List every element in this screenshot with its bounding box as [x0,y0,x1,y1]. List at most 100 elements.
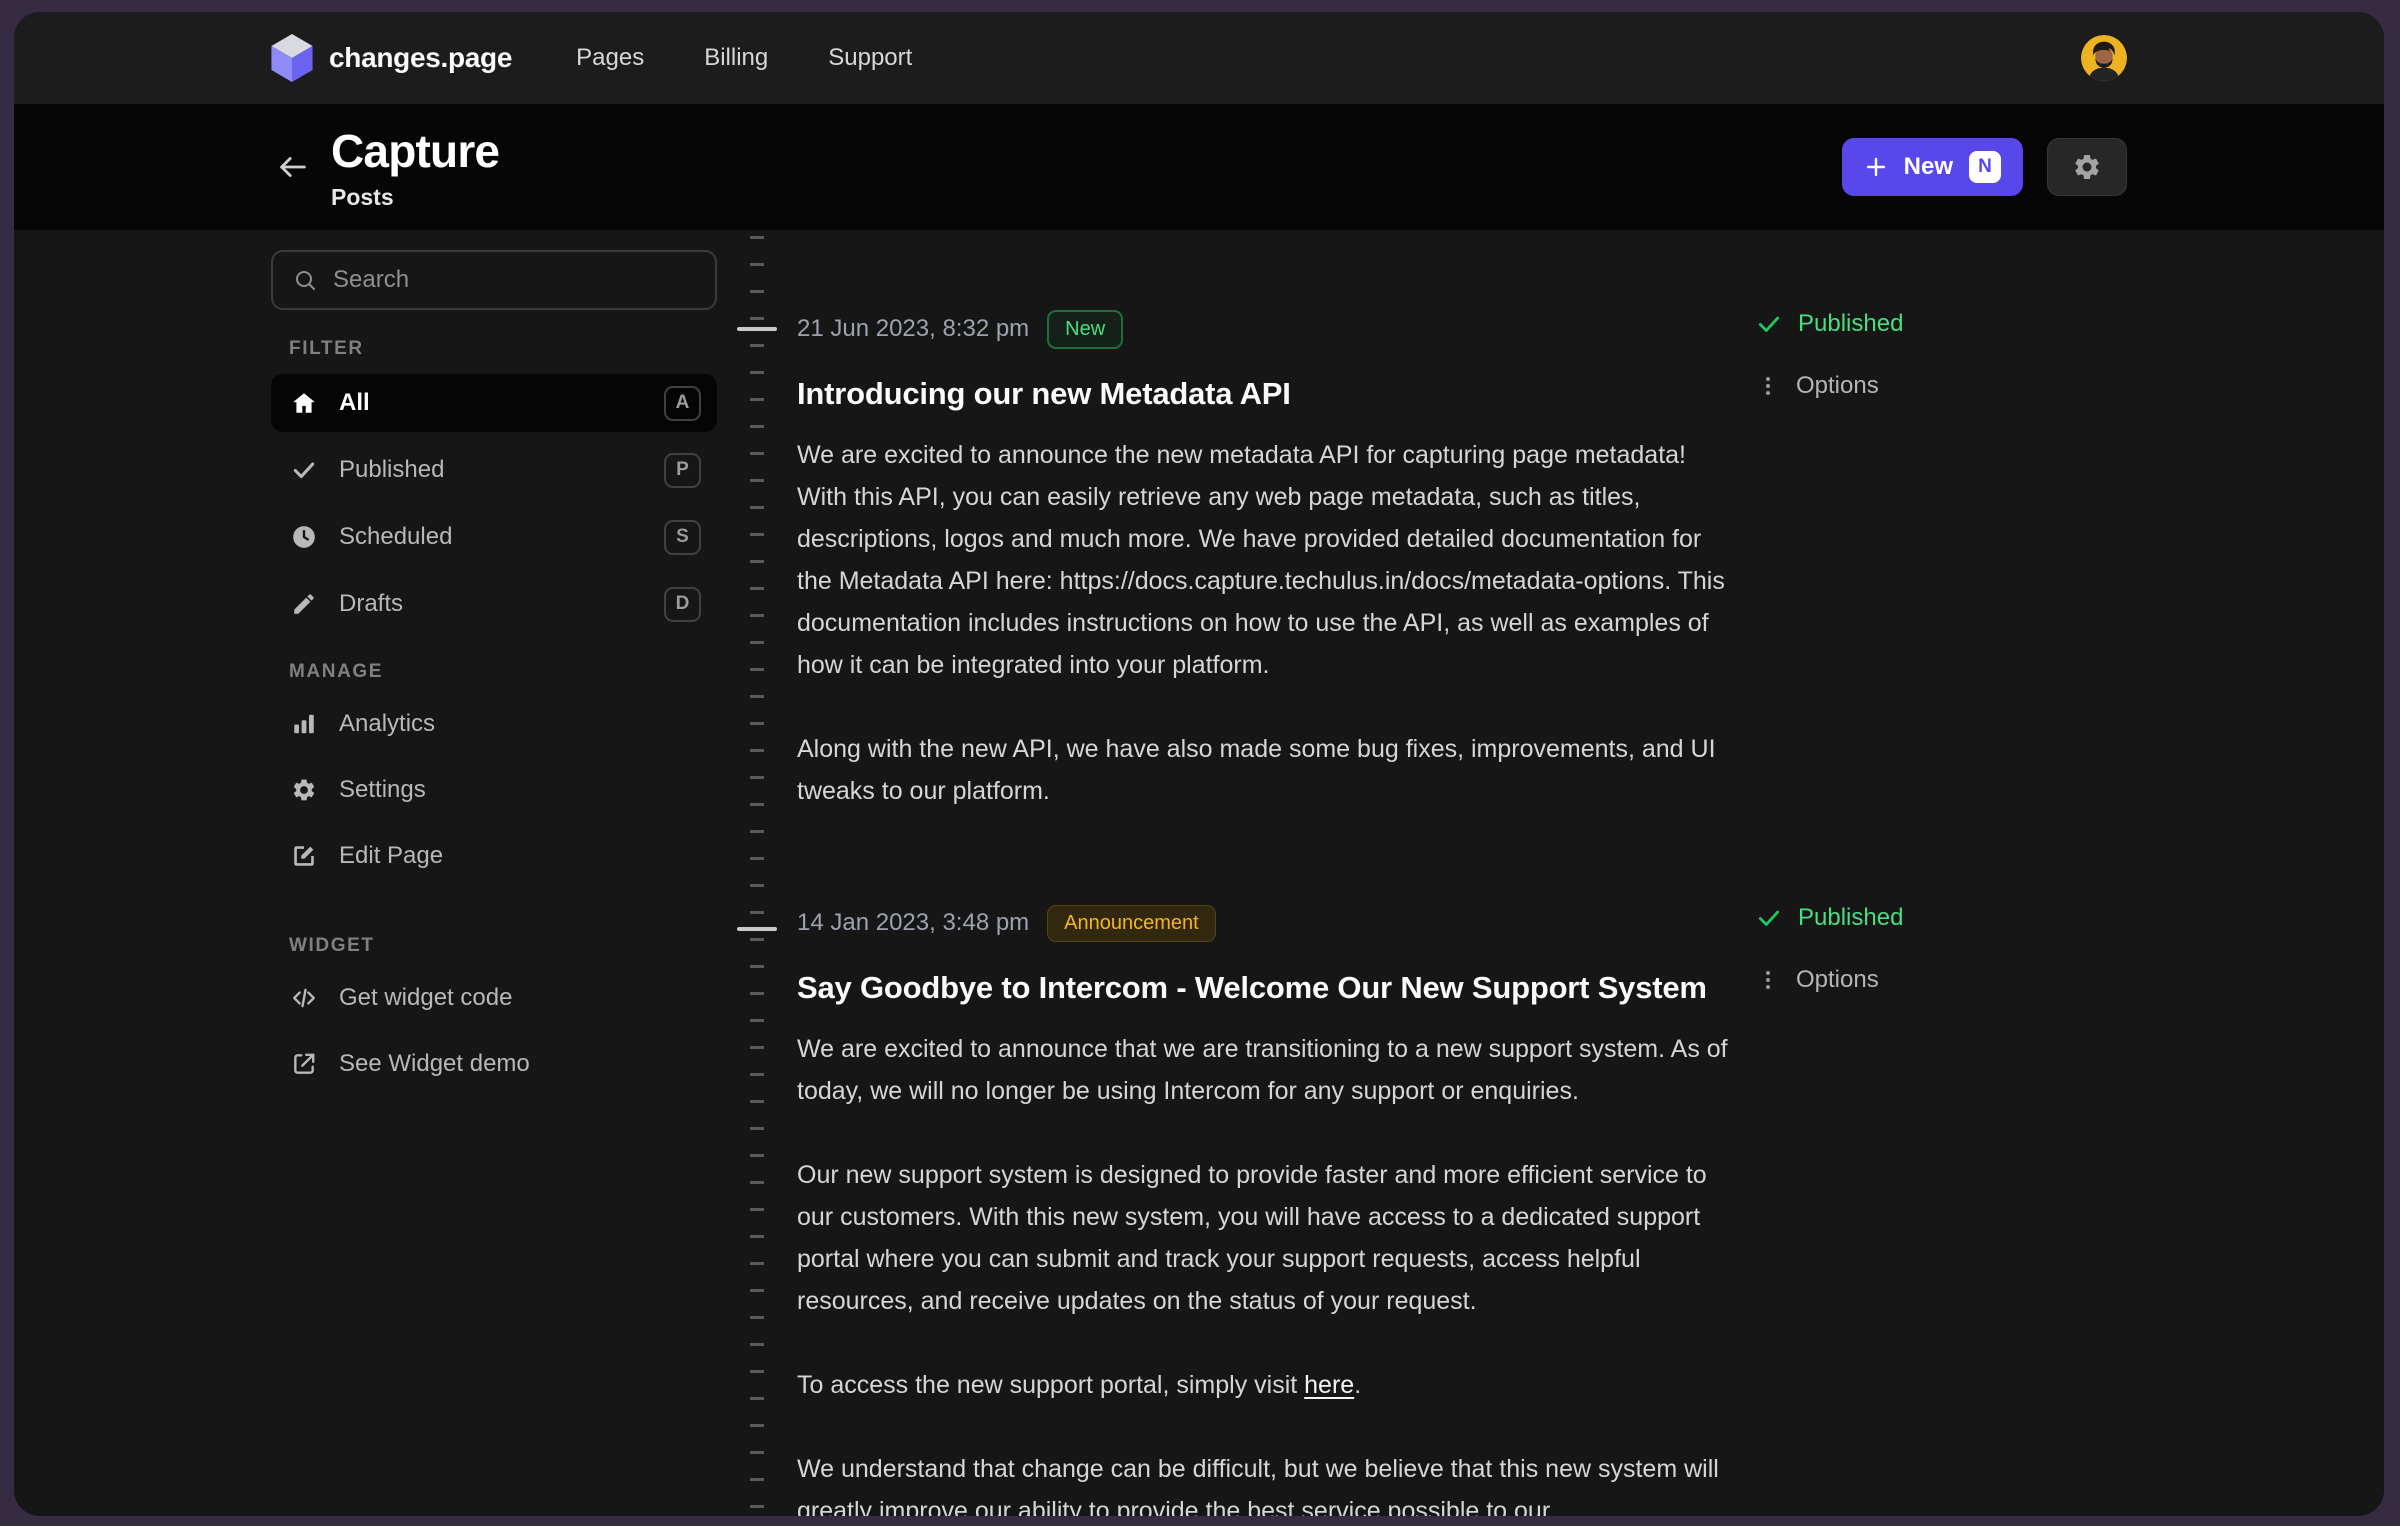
post-options-label: Options [1796,372,1879,400]
post-options-button[interactable]: Options [1756,368,2127,404]
shortcut-badge-n: N [1969,151,2001,183]
title-block: Capture Posts [331,124,499,211]
back-button[interactable] [271,145,315,189]
post-date: 21 Jun 2023, 8:32 pm [797,315,1029,343]
paragraph-text: . [1354,1371,1361,1399]
post-date: 14 Jan 2023, 3:48 pm [797,909,1029,937]
paragraph-text: To access the new support portal, simply… [797,1371,1304,1399]
section-label-manage: MANAGE [289,661,717,683]
new-post-button[interactable]: New N [1842,138,2023,196]
post-row: 14 Jan 2023, 3:48 pm Announcement Say Go… [797,900,2127,1516]
header-actions: New N [1842,138,2127,196]
app-window: changes.page Pages Billing Support [14,12,2384,1516]
timeline-marker [737,327,777,331]
post-row: 21 Jun 2023, 8:32 pm New Introducing our… [797,306,2127,812]
sidebar-item-label: See Widget demo [339,1050,530,1078]
avatar-image [2081,35,2127,81]
arrow-left-icon [276,150,310,184]
clock-icon [291,524,317,550]
code-icon [291,985,317,1011]
sidebar-item-label: Edit Page [339,842,443,870]
avatar[interactable] [2081,35,2127,81]
post-paragraph: We are excited to announce that we are t… [797,1028,1732,1112]
post-badge-new: New [1047,310,1123,349]
check-icon [1756,905,1782,931]
kebab-menu-icon [1756,374,1780,398]
post-paragraph: Along with the new API, we have also mad… [797,728,1732,812]
shortcut-badge: D [664,587,701,622]
post-article: 14 Jan 2023, 3:48 pm Announcement Say Go… [797,900,1732,1516]
page-subtitle: Posts [331,184,499,211]
edit-page-icon [291,843,317,869]
sidebar-item-analytics[interactable]: Analytics [271,697,717,751]
nav-links: Pages Billing Support [576,44,912,72]
post-meta: Published Options [1732,900,2127,1516]
sidebar-item-label: Settings [339,776,426,804]
kebab-menu-icon [1756,968,1780,992]
post-paragraph: We are excited to announce the new metad… [797,434,1732,686]
post-options-label: Options [1796,966,1879,994]
page-title: Capture [331,124,499,178]
sidebar-item-label: Analytics [339,710,435,738]
shortcut-badge: S [664,520,701,555]
nav-link-pages[interactable]: Pages [576,44,644,72]
sidebar-item-drafts[interactable]: Drafts D [271,575,717,633]
sidebar-item-label: All [339,389,370,417]
posts-feed: 21 Jun 2023, 8:32 pm New Introducing our… [797,230,2127,1516]
home-icon [291,390,317,416]
nav-link-billing[interactable]: Billing [704,44,768,72]
brand-text: changes.page [329,42,512,74]
cube-logo-icon [271,34,313,82]
post-article: 21 Jun 2023, 8:32 pm New Introducing our… [797,306,1732,812]
timeline-dashes [750,236,764,1516]
sidebar-item-see-widget-demo[interactable]: See Widget demo [271,1037,717,1091]
post-paragraph: Our new support system is designed to pr… [797,1154,1732,1322]
timeline-ruler [717,230,797,1516]
shortcut-badge: P [664,453,701,488]
external-link-icon [291,1051,317,1077]
analytics-icon [291,711,317,737]
search-box[interactable] [271,250,717,310]
gear-icon [291,777,317,803]
section-label-filter: FILTER [289,338,717,360]
post-options-button[interactable]: Options [1756,962,2127,998]
sidebar-item-label: Published [339,456,444,484]
search-input[interactable] [333,266,695,294]
sidebar-item-get-widget-code[interactable]: Get widget code [271,971,717,1025]
gear-icon [2072,152,2102,182]
sidebar: FILTER All A Published P [271,230,717,1516]
post-meta: Published Options [1732,306,2127,812]
shortcut-badge: A [664,386,701,421]
post-paragraph: To access the new support portal, simply… [797,1364,1732,1406]
check-icon [1756,311,1782,337]
content-area: FILTER All A Published P [14,230,2384,1516]
sidebar-item-label: Scheduled [339,523,452,551]
sidebar-item-label: Get widget code [339,984,512,1012]
post-paragraph: We understand that change can be difficu… [797,1448,1732,1516]
sidebar-item-published[interactable]: Published P [271,441,717,499]
post-title: Introducing our new Metadata API [797,376,1732,412]
timeline-marker [737,927,777,931]
post-title: Say Goodbye to Intercom - Welcome Our Ne… [797,970,1732,1006]
sidebar-item-scheduled[interactable]: Scheduled S [271,508,717,566]
top-nav: changes.page Pages Billing Support [14,12,2384,104]
post-badge-announcement: Announcement [1047,905,1216,942]
sidebar-item-edit-page[interactable]: Edit Page [271,829,717,883]
page-header: Capture Posts New N [14,104,2384,230]
post-status-label: Published [1798,904,1903,932]
plus-icon [1864,155,1888,179]
post-status-label: Published [1798,310,1903,338]
sidebar-item-all[interactable]: All A [271,374,717,432]
post-status: Published [1756,306,2127,342]
pencil-icon [291,591,317,617]
post-head: 14 Jan 2023, 3:48 pm Announcement [797,900,1732,946]
search-icon [293,268,317,292]
post-status: Published [1756,900,2127,936]
page-settings-button[interactable] [2047,138,2127,196]
here-link[interactable]: here [1304,1371,1354,1399]
sidebar-item-settings[interactable]: Settings [271,763,717,817]
brand-home-link[interactable]: changes.page [271,34,512,82]
post-head: 21 Jun 2023, 8:32 pm New [797,306,1732,352]
nav-link-support[interactable]: Support [828,44,912,72]
sidebar-item-label: Drafts [339,590,403,618]
